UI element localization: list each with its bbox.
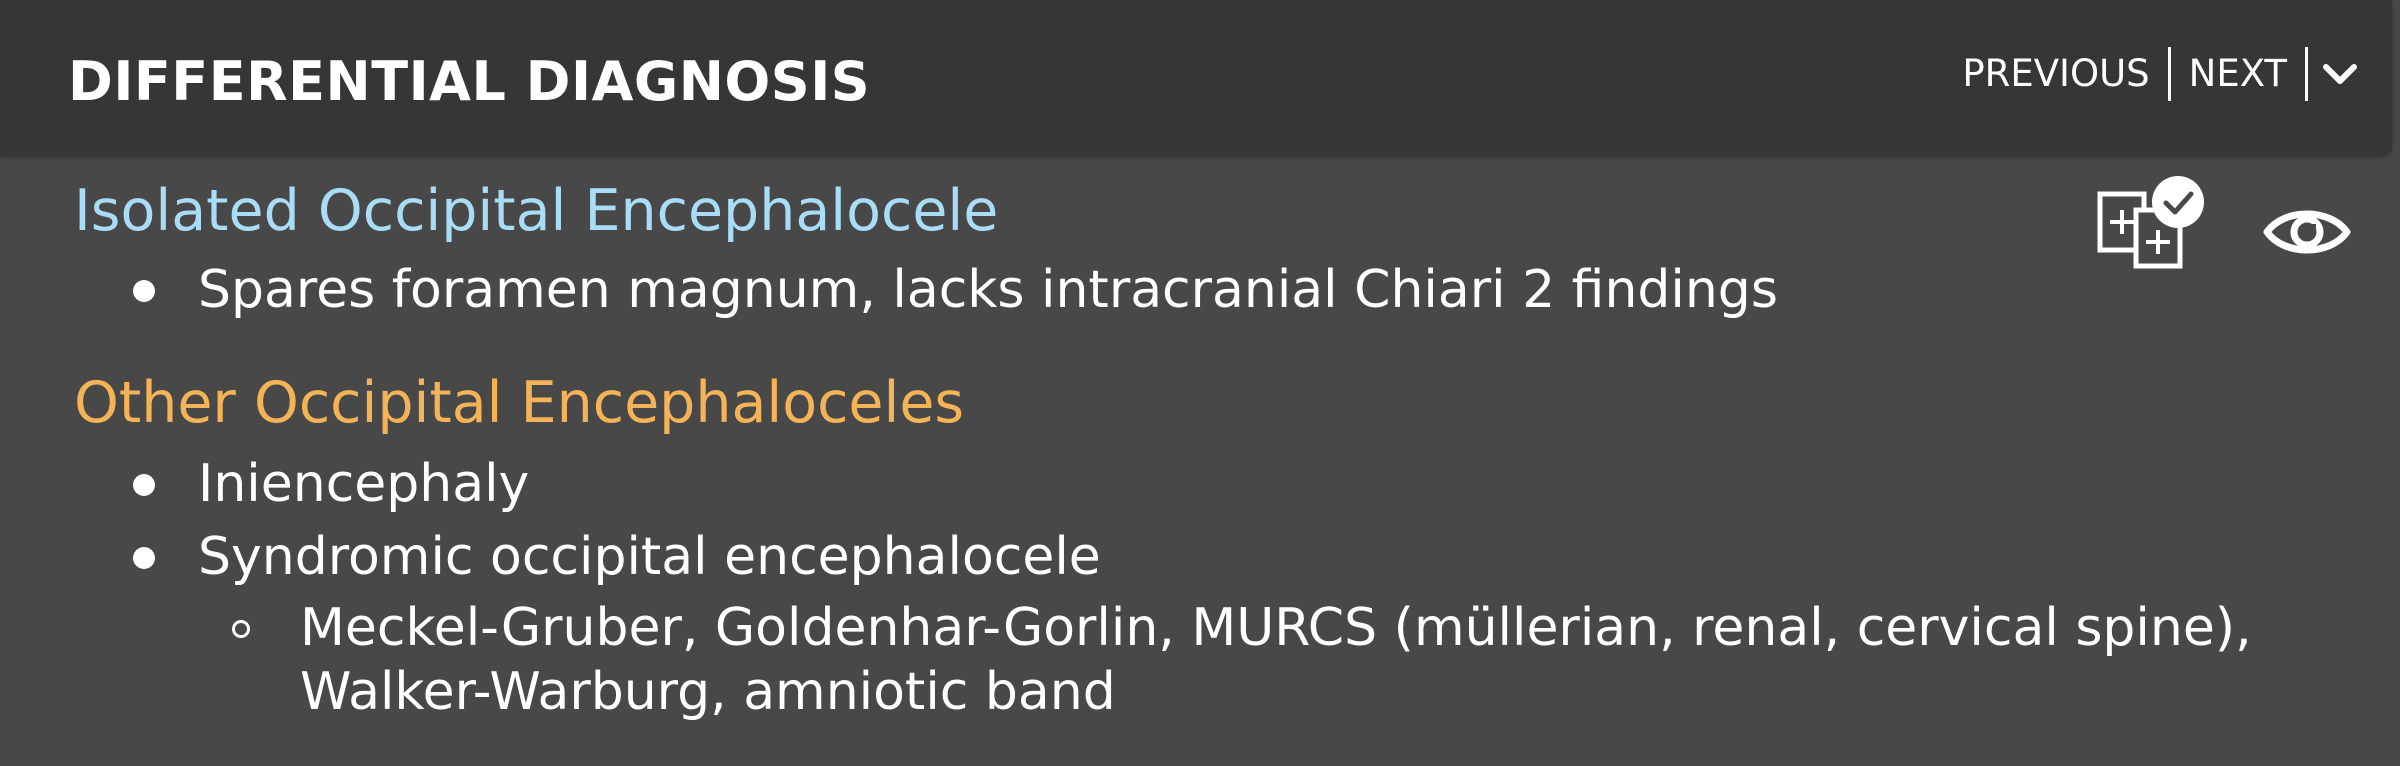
nav-controls: PREVIOUS NEXT [1944,46,2364,102]
list-item: Spares foramen magnum, lacks intracrania… [198,260,1778,320]
compare-checked-icon[interactable] [2096,176,2212,276]
chevron-down-icon[interactable] [2308,46,2364,102]
eye-icon[interactable] [2262,200,2352,264]
panel-header: DIFFERENTIAL DIAGNOSIS PREVIOUS NEXT [0,0,2392,156]
section-heading: Other Occipital Encephaloceles [74,370,965,436]
next-link[interactable]: NEXT [2171,46,2305,102]
list-item: Syndromic occipital encephalocele [198,527,1101,587]
panel-title: DIFFERENTIAL DIAGNOSIS [68,50,871,113]
bullet-icon [133,280,155,302]
bullet-icon [133,474,155,496]
previous-link[interactable]: PREVIOUS [1944,46,2167,102]
section-heading: Isolated Occipital Encephalocele [74,178,999,244]
sub-list-item-continuation: Walker-Warburg, amniotic band [300,662,1116,722]
sub-list-item: Meckel-Gruber, Goldenhar-Gorlin, MURCS (… [300,598,2252,658]
bullet-icon [133,547,155,569]
list-item: Iniencephaly [198,454,530,514]
sub-bullet-icon [232,620,250,638]
differential-diagnosis-panel: DIFFERENTIAL DIAGNOSIS PREVIOUS NEXT Iso… [0,0,2400,766]
